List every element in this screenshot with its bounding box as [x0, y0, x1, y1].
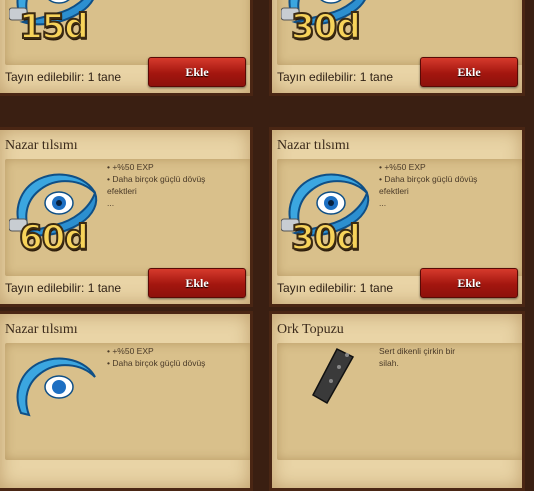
add-button[interactable]: Ekle [148, 57, 246, 87]
item-panel: 15d efektleri ... [5, 0, 250, 65]
add-button[interactable]: Ekle [420, 57, 518, 87]
duration-label: 30d [290, 7, 362, 47]
assignable-count: Tayın edilebilir: 1 tane [277, 70, 394, 84]
amulet-icon [9, 343, 101, 433]
item-panel: • +%50 EXP • Daha birçok güçlü dövüş [5, 343, 250, 460]
duration-label: 15d [18, 7, 90, 47]
item-panel: Sert dikenli çirkin bir silah. [277, 343, 522, 460]
item-title: Nazar tılsımı [277, 138, 350, 153]
item-title: Nazar tılsımı [5, 138, 78, 153]
add-button[interactable]: Ekle [148, 268, 246, 298]
item-card: Nazar tılsımı 30d • +%50 EXP • Daha birç… [269, 127, 525, 307]
item-panel: 30d • +%50 EXP • Daha birçok güçlü dövüş… [277, 159, 522, 276]
item-card: Nazar tılsımı 60d • +%50 EXP • Daha birç… [0, 127, 253, 307]
add-button[interactable]: Ekle [420, 268, 518, 298]
assignable-count: Tayın edilebilir: 1 tane [277, 281, 394, 295]
item-panel: 60d • +%50 EXP • Daha birçok güçlü dövüş… [5, 159, 250, 276]
item-card: 30d efektleri ... Tayın edilebilir: 1 ta… [269, 0, 525, 96]
item-card: Ork Topuzu Sert dikenli çirkin bir silah… [269, 311, 525, 491]
item-panel: 30d efektleri ... [277, 0, 522, 65]
duration-label: 60d [18, 218, 90, 258]
assignable-count: Tayın edilebilir: 1 tane [5, 281, 122, 295]
item-description: Sert dikenli çirkin bir silah. [379, 346, 456, 368]
item-description: • +%50 EXP • Daha birçok güçlü dövüş efe… [107, 162, 206, 208]
duration-label: 30d [290, 218, 362, 258]
item-description: • +%50 EXP • Daha birçok güçlü dövüş [107, 346, 206, 368]
item-description: • +%50 EXP • Daha birçok güçlü dövüş efe… [379, 162, 478, 208]
club-icon [287, 343, 377, 460]
item-title: Nazar tılsımı [5, 322, 78, 337]
item-card: 15d efektleri ... Tayın edilebilir: 1 ta… [0, 0, 253, 96]
item-card: Nazar tılsımı • +%50 EXP • Daha birçok g… [0, 311, 253, 491]
item-title: Ork Topuzu [277, 322, 344, 337]
assignable-count: Tayın edilebilir: 1 tane [5, 70, 122, 84]
